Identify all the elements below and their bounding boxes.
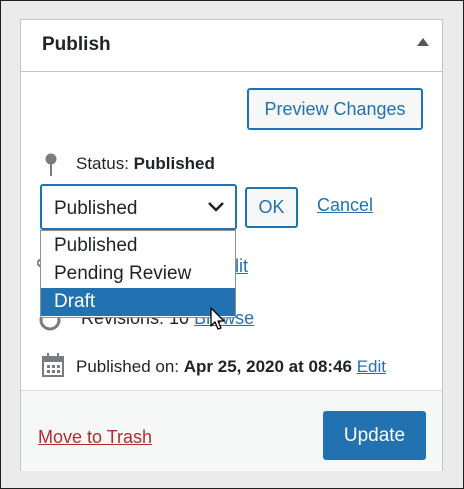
publish-metabox: Publish Preview Changes Status: Publishe… [20, 19, 443, 471]
visibility-edit-link[interactable]: lit [235, 256, 248, 277]
status-line: Status: Published [76, 154, 215, 174]
status-select[interactable]: Published [40, 184, 237, 230]
cancel-link[interactable]: Cancel [317, 195, 373, 216]
published-on-edit-link[interactable]: Edit [357, 357, 386, 376]
calendar-icon [42, 353, 64, 377]
major-publishing-actions: Move to Trash Update [21, 390, 442, 471]
ok-button[interactable]: OK [245, 187, 298, 228]
move-to-trash-link[interactable]: Move to Trash [38, 427, 152, 448]
metabox-header[interactable]: Publish [21, 20, 442, 72]
published-on-date: Apr 25, 2020 at 08:46 [183, 357, 352, 376]
collapse-arrow-icon[interactable] [417, 38, 429, 46]
window-frame: Publish Preview Changes Status: Publishe… [0, 0, 464, 489]
status-option-published[interactable]: Published [41, 232, 235, 260]
status-option-draft[interactable]: Draft [41, 288, 235, 316]
pin-icon [45, 153, 57, 176]
status-label: Status: [76, 154, 129, 173]
status-value: Published [133, 154, 215, 173]
published-on-line: Published on: Apr 25, 2020 at 08:46 Edit [76, 357, 386, 377]
chevron-down-icon [208, 202, 224, 212]
status-option-pending-review[interactable]: Pending Review [41, 260, 235, 288]
mouse-cursor-icon [210, 307, 225, 330]
published-on-label: Published on: [76, 357, 180, 376]
status-dropdown-list: Published Pending Review Draft [40, 230, 236, 318]
update-button[interactable]: Update [323, 411, 426, 460]
status-select-value: Published [54, 198, 138, 219]
metabox-title: Publish [42, 34, 111, 55]
preview-changes-button[interactable]: Preview Changes [247, 88, 423, 130]
